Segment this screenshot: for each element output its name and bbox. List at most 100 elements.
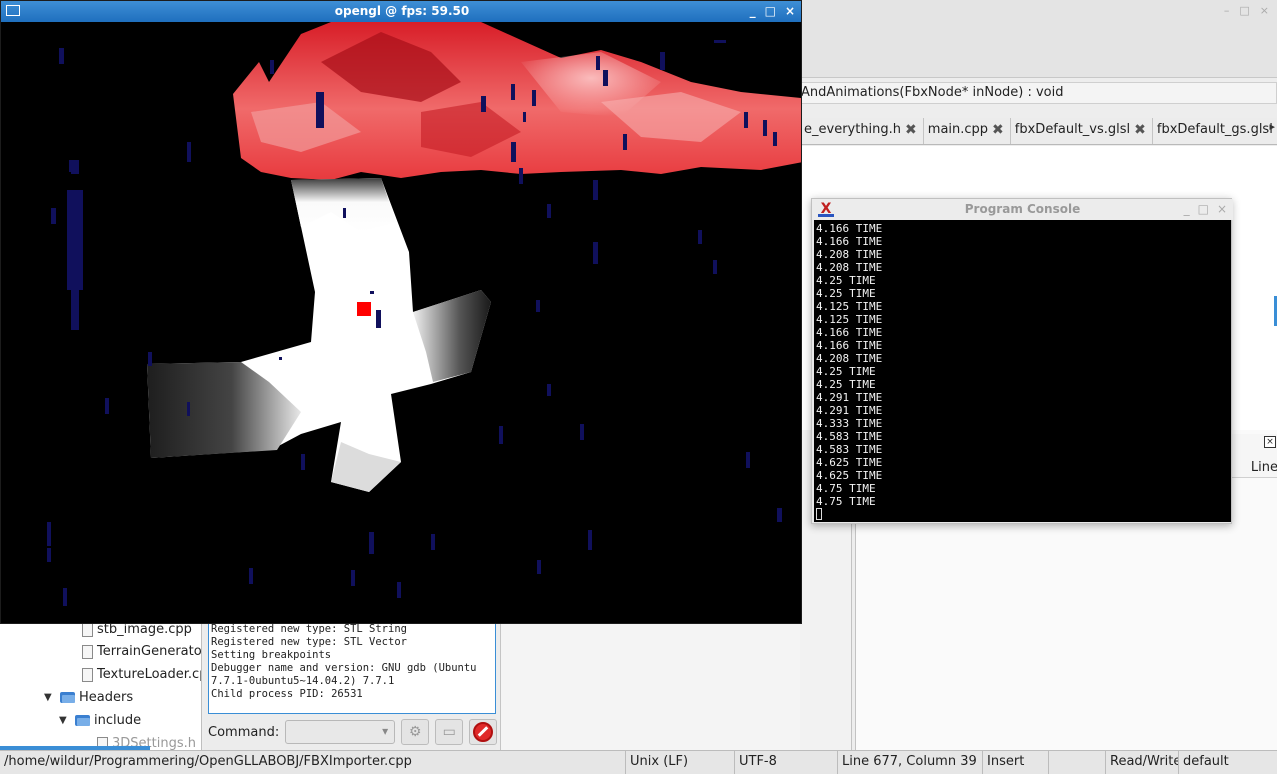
maximize-icon[interactable]: □ (1239, 4, 1249, 17)
debugger-panel: Registered new type: STL String Register… (204, 622, 498, 750)
console-line: 4.583 TIME (816, 443, 883, 456)
file-icon (82, 644, 93, 659)
console-line: 4.25 TIME (816, 274, 876, 287)
close-icon[interactable]: × (1260, 4, 1269, 17)
status-encoding: UTF-8 (735, 751, 838, 774)
editor-tab-bar: e_everything.h ✖ main.cpp ✖ fbxDefault_vs.… (800, 118, 1277, 145)
console-line: 4.625 TIME (816, 456, 883, 469)
tab-close-icon[interactable]: ✖ (992, 122, 1004, 138)
function-signature-bar[interactable]: AndAnimations(FbxNode* inNode) : void (800, 82, 1277, 104)
console-line: 4.208 TIME (816, 261, 883, 274)
console-line: 4.75 TIME (816, 495, 876, 508)
console-line: 4.583 TIME (816, 430, 883, 443)
maximize-icon[interactable]: □ (1198, 199, 1209, 220)
tab-label: main.cpp (927, 122, 989, 137)
window-menu-icon[interactable] (6, 5, 20, 16)
command-combo[interactable] (285, 720, 396, 744)
console-titlebar[interactable]: X Program Console _ □ × (812, 199, 1233, 220)
tab-main-cpp[interactable]: main.cpp ✖ (923, 118, 1011, 144)
gear-icon: ⚙ (408, 724, 422, 740)
console-line: 4.208 TIME (816, 352, 883, 365)
console-line: 4.75 TIME (816, 482, 876, 495)
stop-button[interactable] (469, 719, 498, 745)
tab-e-everything-h[interactable]: e_everything.h ✖ (800, 118, 924, 144)
console-cursor-line (816, 508, 1229, 521)
console-window-controls: _ □ × (1184, 199, 1227, 220)
status-file-path: /home/wildur/Programmering/OpenGLLABOBJ/… (0, 751, 626, 774)
console-line: 4.25 TIME (816, 287, 876, 300)
opengl-window-controls: _ □ × (750, 1, 795, 22)
console-line: 4.333 TIME (816, 417, 883, 430)
status-access: Read/Write (1106, 751, 1179, 774)
middle-pane (500, 622, 800, 750)
console-line: 4.166 TIME (816, 222, 883, 235)
xterm-icon: X (818, 201, 834, 217)
column-header-line[interactable]: Line (1251, 460, 1277, 475)
opengl-window[interactable]: opengl @ fps: 59.50 _ □ × (0, 0, 802, 624)
tree-item-file[interactable]: TextureLoader.cpp (82, 667, 201, 682)
tree-item-folder[interactable]: ▼ Headers (44, 690, 133, 705)
tab-close-icon[interactable]: ✖ (905, 122, 917, 138)
opengl-render-canvas[interactable] (1, 22, 802, 622)
tab-fbxdefault-vs-glsl[interactable]: fbxDefault_vs.glsl ✖ (1010, 118, 1153, 144)
stop-icon (473, 722, 494, 742)
opengl-title: opengl @ fps: 59.50 (334, 4, 470, 18)
pane-close-icon[interactable]: × (1264, 436, 1276, 448)
tab-label: fbxDefault_vs.glsl (1014, 122, 1131, 137)
tab-scroll-right-icon[interactable]: ▸ (1269, 120, 1275, 133)
expand-triangle-icon[interactable]: ▼ (44, 692, 56, 703)
red-marker (357, 302, 371, 316)
file-icon (82, 622, 93, 637)
tree-item-file[interactable]: stb_image.cpp (82, 622, 192, 637)
tree-item-label: Headers (79, 690, 134, 705)
opengl-titlebar[interactable]: opengl @ fps: 59.50 _ □ × (1, 1, 801, 22)
settings-button[interactable]: ⚙ (401, 719, 430, 745)
tab-label: fbxDefault_gs.glsl (1156, 122, 1273, 137)
command-row: Command: ⚙ ▭ (208, 718, 498, 746)
status-line-endings: Unix (LF) (626, 751, 735, 774)
console-title: Program Console (964, 202, 1081, 216)
ide-titlebar: – □ × (800, 0, 1277, 78)
console-output[interactable]: 4.166 TIME 4.166 TIME 4.208 TIME 4.208 TIME… (814, 220, 1231, 522)
tree-item-label: include (94, 713, 142, 728)
console-line: 4.125 TIME (816, 300, 883, 313)
status-insert-mode: Insert (983, 751, 1049, 774)
console-line: 4.291 TIME (816, 391, 883, 404)
status-cursor-position: Line 677, Column 39 (838, 751, 983, 774)
open-folder-button[interactable]: ▭ (435, 719, 464, 745)
console-line: 4.291 TIME (816, 404, 883, 417)
folder-icon: ▭ (442, 724, 456, 740)
tree-item-file[interactable]: TerrainGenerator.cpp (82, 644, 201, 659)
console-line: 4.166 TIME (816, 326, 883, 339)
console-line: 4.166 TIME (816, 235, 883, 248)
expand-triangle-icon[interactable]: ▼ (59, 715, 71, 726)
status-lexer: default (1183, 754, 1229, 769)
close-icon[interactable]: × (1217, 199, 1227, 220)
folder-open-icon (75, 715, 90, 726)
debugger-log: Registered new type: STL String Register… (208, 622, 496, 714)
tree-item-label: stb_image.cpp (97, 622, 192, 637)
folder-open-icon (60, 692, 75, 703)
minimize-icon[interactable]: _ (750, 1, 756, 22)
tab-fbxdefault-gs-glsl[interactable]: fbxDefault_gs.glsl (1152, 118, 1277, 144)
maximize-icon[interactable]: □ (765, 1, 776, 22)
console-line: 4.25 TIME (816, 378, 876, 391)
project-tree: stb_image.cpp TerrainGenerator.cpp Textu… (0, 622, 202, 750)
console-line: 4.625 TIME (816, 469, 883, 482)
close-icon[interactable]: × (785, 1, 795, 22)
minimize-icon[interactable]: _ (1184, 199, 1190, 220)
minimize-icon[interactable]: – (1224, 4, 1230, 17)
text-cursor (816, 508, 822, 520)
command-label: Command: (208, 724, 280, 740)
program-console-window[interactable]: X Program Console _ □ × 4.166 TIME 4.166 … (811, 198, 1233, 524)
status-bar: /home/wildur/Programmering/OpenGLLABOBJ/… (0, 750, 1277, 774)
file-icon (82, 667, 93, 682)
console-line: 4.125 TIME (816, 313, 883, 326)
ide-window-controls[interactable]: – □ × (1224, 4, 1269, 17)
console-line: 4.208 TIME (816, 248, 883, 261)
tab-close-icon[interactable]: ✖ (1134, 122, 1146, 138)
console-line: 4.166 TIME (816, 339, 883, 352)
tree-item-folder[interactable]: ▼ include (59, 713, 141, 728)
desktop: – □ × AndAnimations(FbxNode* inNode) : v… (0, 0, 1277, 774)
white-model (147, 178, 491, 492)
